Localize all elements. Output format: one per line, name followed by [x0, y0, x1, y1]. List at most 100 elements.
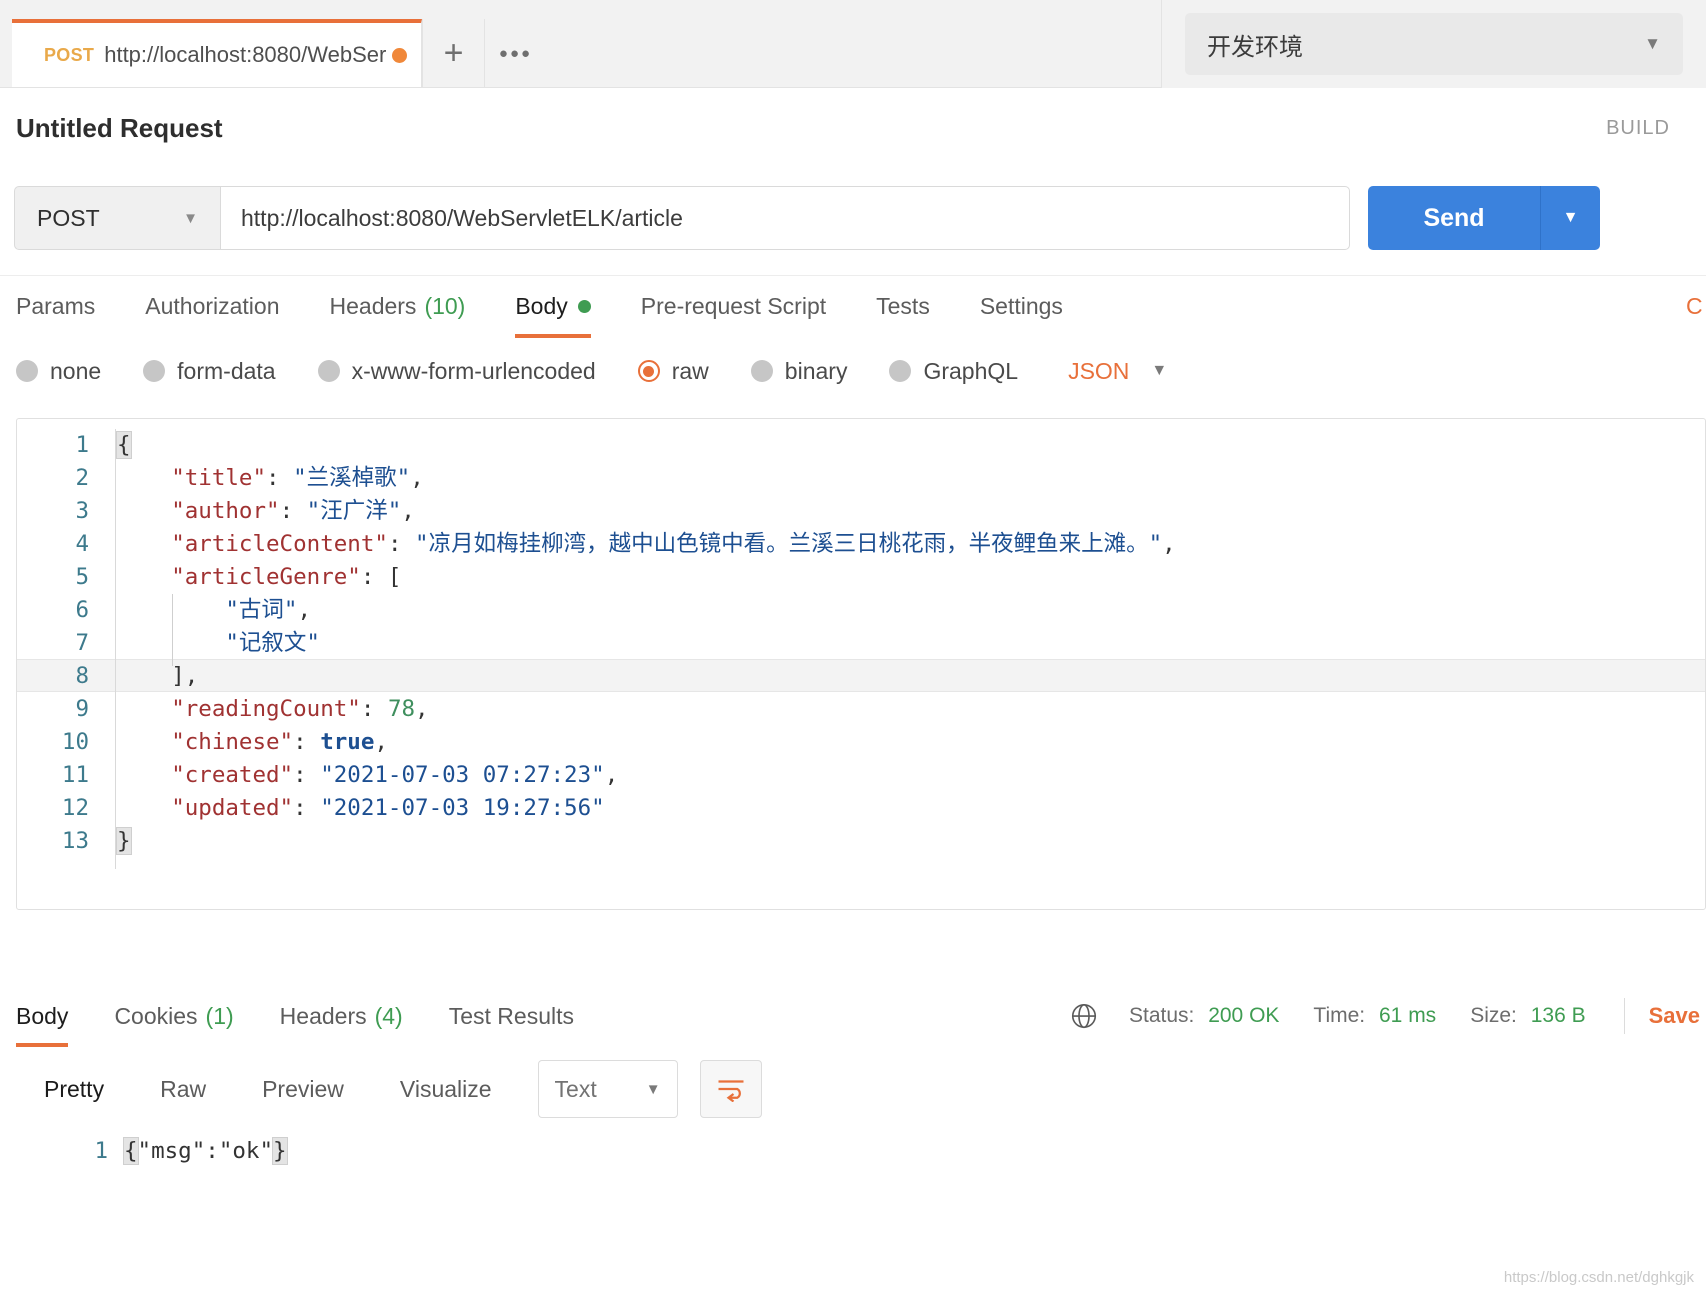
body-type-none[interactable]: none — [16, 358, 101, 385]
url-value: http://localhost:8080/WebServletELK/arti… — [241, 204, 683, 231]
send-button[interactable]: Send — [1368, 186, 1540, 250]
url-bar: POST ▼ http://localhost:8080/WebServletE… — [14, 186, 1706, 250]
time-value: 61 ms — [1379, 1004, 1437, 1027]
body-format-selector[interactable]: JSON ▼ — [1068, 358, 1167, 385]
size-label: Size: — [1470, 1004, 1517, 1027]
radio-icon — [317, 360, 340, 382]
response-format-selector[interactable]: Text ▼ — [537, 1060, 678, 1118]
tab-tests[interactable]: Tests — [876, 276, 930, 338]
view-preview[interactable]: Preview — [234, 1058, 372, 1120]
tab-params[interactable]: Params — [16, 276, 95, 338]
url-input[interactable]: http://localhost:8080/WebServletELK/arti… — [220, 186, 1350, 250]
body-type-raw[interactable]: raw — [637, 357, 709, 385]
plus-icon: + — [443, 34, 464, 72]
tab-label: Settings — [979, 293, 1063, 319]
environment-selector[interactable]: 开发环境 ▼ — [1185, 13, 1683, 75]
time-label: Time: — [1313, 1004, 1366, 1027]
tab-label: Body — [16, 1002, 69, 1029]
tab-authorization[interactable]: Authorization — [145, 276, 279, 338]
tab-settings[interactable]: Settings — [980, 276, 1063, 338]
new-tab-button[interactable]: + — [422, 19, 484, 87]
body-type-label: raw — [671, 357, 709, 384]
editor-code[interactable]: { "title": "兰溪棹歌", "author": "汪广洋", "art… — [116, 429, 1705, 858]
send-group: Send ▼ — [1368, 186, 1600, 250]
environment-area: 开发环境 ▼ — [1161, 0, 1706, 88]
meta-divider — [1623, 998, 1625, 1034]
cookies-link[interactable]: C — [1686, 293, 1706, 320]
editor-line-number: 8 — [75, 663, 89, 689]
response-tab-test-results[interactable]: Test Results — [449, 985, 574, 1047]
chevron-down-icon: ▼ — [1644, 34, 1661, 53]
view-raw[interactable]: Raw — [132, 1058, 234, 1120]
request-body-editor[interactable]: 1 2 3 4 5 6 7 8 9 10 11 12 13 { "title": "兰溪棹歌", "au… — [16, 418, 1706, 910]
body-type-label: binary — [784, 357, 848, 384]
size-value: 136 B — [1530, 1004, 1586, 1027]
tab-label: Body — [515, 293, 568, 319]
watermark: https://blog.csdn.net/dghkgjk — [1503, 1269, 1694, 1286]
page-title: Untitled Request — [16, 112, 223, 143]
method-value: POST — [37, 204, 100, 231]
body-type-label: none — [50, 357, 102, 384]
editor-line-number: 12 — [61, 795, 89, 821]
response-body-text: {"msg":"ok"} — [123, 1137, 288, 1165]
body-present-icon — [577, 300, 591, 313]
editor-line-number: 9 — [75, 696, 89, 722]
status-label: Status: — [1128, 1004, 1195, 1027]
view-visualize[interactable]: Visualize — [372, 1058, 520, 1120]
response-tab-body[interactable]: Body — [16, 985, 69, 1047]
body-type-label: GraphQL — [923, 357, 1019, 384]
response-tab-headers[interactable]: Headers (4) — [280, 985, 403, 1047]
response-body-viewer[interactable]: 1 {"msg":"ok"} — [16, 1130, 1706, 1220]
tab-bar-left: POST http://localhost:8080/WebServ... + … — [0, 0, 546, 87]
tab-options-button[interactable]: ●●● — [484, 19, 546, 87]
request-tabs: Params Authorization Headers (10) Body P… — [0, 275, 1706, 338]
editor-code-line: { — [116, 431, 132, 459]
editor-code-line: "author": "汪广洋", — [171, 498, 415, 524]
size-group: Size: 136 B — [1470, 1004, 1585, 1028]
body-type-form-data[interactable]: form-data — [143, 358, 276, 385]
tab-pre-request-script[interactable]: Pre-request Script — [641, 276, 826, 338]
request-title-row: Untitled Request BUILD — [0, 88, 1706, 168]
editor-line-number: 13 — [61, 828, 89, 854]
tab-label: Headers — [329, 293, 417, 319]
chevron-down-icon: ▼ — [183, 209, 198, 227]
editor-gutter-divider — [115, 429, 116, 869]
more-options-icon: ●●● — [498, 44, 533, 62]
method-selector[interactable]: POST ▼ — [14, 186, 220, 250]
tab-label: Params — [16, 293, 96, 319]
tab-headers[interactable]: Headers (10) — [330, 276, 466, 338]
save-response-button[interactable]: Save — [1649, 1003, 1700, 1029]
body-format-label: JSON — [1068, 357, 1130, 384]
tab-body[interactable]: Body — [515, 276, 591, 338]
time-group: Time: 61 ms — [1313, 1004, 1436, 1028]
build-button[interactable]: BUILD — [1606, 117, 1690, 140]
editor-line-number: 3 — [75, 498, 89, 524]
editor-line-number: 2 — [75, 465, 89, 491]
tab-count: (4) — [374, 1002, 403, 1029]
editor-line-number: 4 — [75, 531, 89, 557]
tab-label: Authorization — [145, 293, 280, 319]
tab-label: Test Results — [448, 1002, 574, 1029]
editor-code-line: "updated": "2021-07-03 19:27:56" — [171, 795, 605, 821]
chevron-down-icon: ▼ — [1151, 362, 1168, 379]
body-type-x-www-form-urlencoded[interactable]: x-www-form-urlencoded — [317, 358, 596, 385]
send-options-button[interactable]: ▼ — [1540, 186, 1600, 250]
body-type-binary[interactable]: binary — [750, 357, 848, 385]
editor-code-line: "chinese": true, — [171, 729, 388, 755]
postman-window: POST http://localhost:8080/WebServ... + … — [0, 0, 1706, 1296]
wrap-lines-button[interactable] — [699, 1060, 762, 1118]
editor-code-line: "readingCount": 78, — [171, 696, 429, 722]
editor-code-line: "记叙文" — [225, 630, 320, 656]
editor-code-line: "古词", — [225, 597, 312, 623]
tab-label: Cookies — [114, 1002, 198, 1029]
response-tab-cookies[interactable]: Cookies (1) — [114, 985, 233, 1047]
tab-label: Pre-request Script — [640, 293, 827, 319]
request-tab-active[interactable]: POST http://localhost:8080/WebServ... — [12, 19, 422, 87]
body-type-graphql[interactable]: GraphQL — [889, 358, 1018, 385]
environment-name: 开发环境 — [1207, 33, 1303, 61]
unsaved-indicator-icon — [392, 47, 407, 63]
view-pretty[interactable]: Pretty — [16, 1058, 132, 1120]
radio-selected-icon — [637, 360, 660, 382]
radio-icon — [889, 360, 912, 382]
editor-code-line: "title": "兰溪棹歌", — [171, 465, 424, 491]
